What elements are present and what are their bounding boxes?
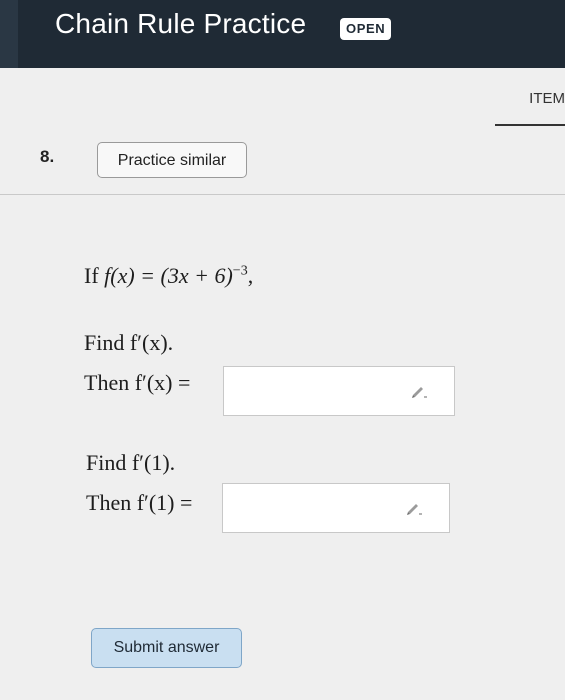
divider	[0, 194, 565, 195]
prompt-suffix: ,	[247, 263, 254, 288]
problem-statement: If f(x) = (3x + 6)−3,	[84, 263, 253, 289]
function-exponent: −3	[232, 263, 248, 279]
header-left-strip	[0, 0, 18, 68]
part1-prompt: Find f′(x).	[84, 330, 174, 355]
pencil-icon[interactable]	[405, 501, 423, 515]
prompt-prefix: If	[84, 263, 99, 288]
app-header: Chain Rule Practice OPEN	[0, 0, 565, 68]
page-title: Chain Rule Practice	[55, 8, 307, 39]
tab-items-underline	[495, 124, 565, 126]
status-badge: OPEN	[340, 18, 392, 40]
pencil-icon[interactable]	[410, 384, 428, 398]
part2-answer-field[interactable]	[222, 483, 450, 533]
part1-label: Then f′(x) =	[84, 370, 191, 395]
tab-items[interactable]: ITEM	[529, 90, 565, 107]
question-number: 8.	[40, 147, 55, 166]
submit-answer-button[interactable]: Submit answer	[91, 628, 242, 668]
function-expression: f(x) = (3x + 6)	[104, 263, 233, 288]
part1-answer-field[interactable]	[223, 366, 455, 416]
practice-similar-button[interactable]: Practice similar	[97, 142, 247, 178]
part2-prompt: Find f′(1).	[86, 450, 176, 475]
part2-label: Then f′(1) =	[86, 490, 193, 515]
